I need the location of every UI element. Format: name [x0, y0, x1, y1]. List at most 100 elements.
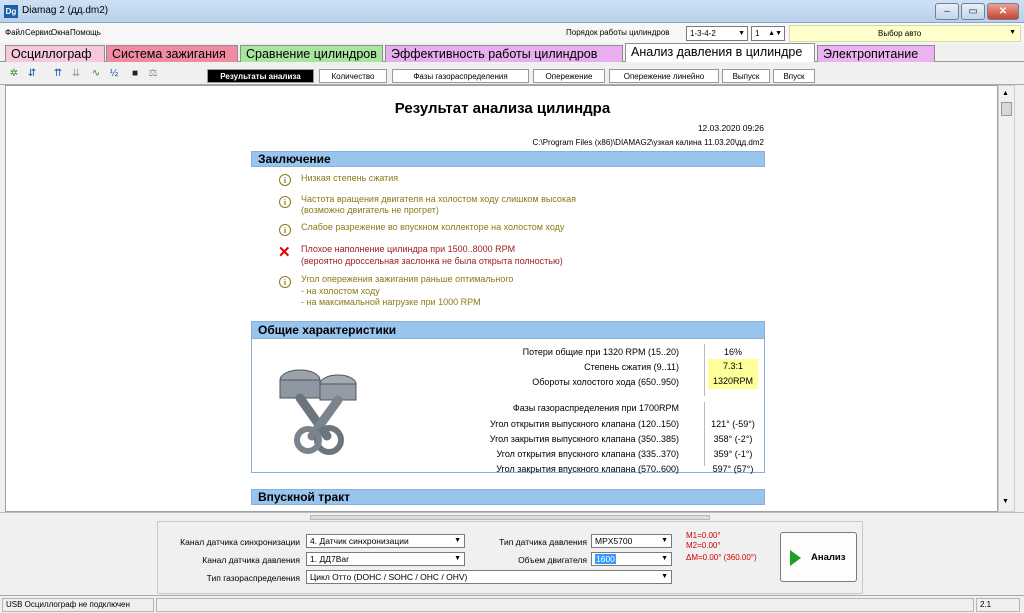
- conclusion-ignition: Угол опережения зажигания раньше оптимал…: [301, 274, 514, 284]
- report-title: Результат анализа цилиндра: [394, 100, 611, 117]
- info-icon: i: [279, 196, 291, 208]
- auto-scale-icon[interactable]: ⇈: [50, 67, 66, 81]
- grid-icon[interactable]: ✲: [6, 67, 22, 81]
- exhaust-close-value: 358° (-2°): [713, 434, 753, 444]
- spin-icon: ▲▼: [768, 30, 782, 37]
- info-icon: i: [279, 276, 291, 288]
- engine-volume-value: 1600: [595, 554, 616, 564]
- general-idle-value: 1320RPM: [708, 374, 758, 389]
- general-header: Общие характеристики: [252, 322, 764, 339]
- maximize-icon[interactable]: ▭: [961, 3, 985, 20]
- fit-icon[interactable]: ⇊: [68, 67, 84, 81]
- piston-image: [279, 369, 357, 455]
- report-date: 12.03.2020 09:26: [697, 123, 764, 133]
- cylinder-order-select[interactable]: 1-3-4-2 ▼: [686, 26, 748, 41]
- marker-m1: M1=0.00°: [686, 531, 721, 540]
- choose-car-select[interactable]: Выбор авто ▼: [789, 25, 1021, 42]
- status-bar: USB Осциллограф не подключен 2.1: [0, 595, 1024, 613]
- chevron-down-icon: ▼: [454, 555, 461, 562]
- menu-service[interactable]: Сервис: [25, 28, 52, 37]
- timing-type-select[interactable]: Цикл Отто (DOHC / SOHC / OHC / OHV) ▼: [306, 570, 672, 584]
- subtab-results[interactable]: Результаты анализа: [207, 69, 314, 83]
- tab-cylinder-compare[interactable]: Сравнение цилиндров: [240, 45, 383, 62]
- conclusion-filling: Плохое наполнение цилиндра при 1500..800…: [301, 244, 516, 254]
- tab-ignition[interactable]: Система зажигания: [106, 45, 238, 62]
- timing-type-label: Тип газораспределения: [206, 573, 300, 583]
- tab-oscilloscope[interactable]: Осциллограф: [5, 45, 105, 62]
- cylinder-order-value: 1-3-4-2: [690, 29, 716, 38]
- intake-open-value: 359° (-1°): [713, 449, 753, 459]
- conclusion-idle-rpm-note: (возможно двигатель не прогрет): [301, 205, 439, 215]
- conclusion-ignition-load: - на максимальной нагрузке при 1000 RPM: [301, 297, 481, 307]
- status-version: 2.1: [976, 598, 1020, 612]
- cylinder-number-value: 1: [755, 29, 760, 38]
- sync-channel-label: Канал датчика синхронизации: [180, 537, 300, 547]
- app-icon: Dg: [4, 5, 18, 18]
- intake-header: Впускной тракт: [251, 489, 765, 505]
- main-tab-bar: Осциллограф Система зажигания Сравнение …: [0, 43, 1024, 62]
- sensor-type-select[interactable]: MPX5700 ▼: [591, 534, 672, 548]
- value-separator: [704, 344, 705, 396]
- exhaust-open-label: Угол открытия выпускного клапана (120..1…: [489, 419, 679, 429]
- general-loss-label: Потери общие при 1320 RPM (15..20): [522, 347, 679, 357]
- general-loss-value: 16%: [723, 347, 742, 357]
- analyze-label: Анализ: [811, 552, 846, 563]
- scroll-up-icon[interactable]: ▲: [1002, 90, 1009, 97]
- menu-file[interactable]: Файл: [5, 28, 25, 37]
- timing-type-value: Цикл Отто (DOHC / SOHC / OHC / OHV): [310, 572, 468, 582]
- tab-cylinder-efficiency[interactable]: Эффективность работы цилиндров: [385, 45, 623, 62]
- subtab-quantity[interactable]: Количество: [319, 69, 387, 83]
- intake-open-label: Угол открытия впускного клапана (335..37…: [496, 449, 679, 459]
- sync-channel-select[interactable]: 4. Датчик синхронизации ▼: [306, 534, 465, 548]
- general-idle-label: Обороты холостого хода (650..950): [532, 377, 679, 387]
- conclusion-ignition-idle: - на холостом ходу: [301, 286, 380, 296]
- report-view: Результат анализа цилиндра 12.03.2020 09…: [5, 85, 998, 512]
- save-icon[interactable]: ■: [127, 67, 143, 81]
- scroll-down-icon[interactable]: ▼: [1002, 498, 1009, 505]
- curve-icon[interactable]: ∿: [88, 67, 104, 81]
- tab-power-supply[interactable]: Электропитание: [817, 45, 935, 62]
- valve-timing-label: Фазы газораспределения при 1700RPM: [512, 403, 679, 413]
- cylinder-number-spinner[interactable]: 1 ▲▼: [751, 26, 785, 41]
- subtab-intake[interactable]: Впуск: [773, 69, 815, 83]
- menu-windows[interactable]: Окна: [51, 28, 70, 37]
- chevron-down-icon: ▼: [738, 30, 745, 37]
- menu-help[interactable]: Помощь: [70, 28, 101, 37]
- scale-1-4-icon[interactable]: ⇵: [24, 67, 40, 81]
- subtab-valve-timing[interactable]: Фазы газораспределения: [392, 69, 529, 83]
- minimize-icon[interactable]: –: [935, 3, 959, 20]
- pressure-channel-select[interactable]: 1. ДД7Bar ▼: [306, 552, 465, 566]
- chevron-down-icon: ▼: [661, 537, 668, 544]
- toolbar: ✲ ⇵ ⇈ ⇊ ∿ ½ ■ ⚖ Результаты анализа Колич…: [0, 63, 1024, 85]
- subtab-advance[interactable]: Опережение: [533, 69, 605, 83]
- window-title: Diamag 2 (дд.dm2): [22, 5, 109, 16]
- marker-delta: ΔM=0.00° (360.00°): [686, 553, 757, 562]
- info-icon: i: [279, 174, 291, 186]
- half-icon[interactable]: ½: [106, 67, 122, 81]
- analyze-button[interactable]: Анализ: [780, 532, 857, 582]
- intake-close-label: Угол закрытия впускного клапана (570..60…: [496, 464, 679, 474]
- scroll-thumb[interactable]: [1001, 102, 1012, 116]
- subtab-advance-linear[interactable]: Опережение линейно: [609, 69, 719, 83]
- report-path: C:\Program Files (x86)\DIAMAG2\узкая кал…: [532, 138, 764, 147]
- conclusion-idle-rpm: Частота вращения двигателя на холостом х…: [301, 194, 576, 204]
- subtab-exhaust[interactable]: Выпуск: [722, 69, 770, 83]
- chevron-down-icon: ▼: [454, 537, 461, 544]
- engine-volume-label: Объем двигателя: [518, 555, 587, 565]
- close-icon[interactable]: ✕: [987, 3, 1019, 20]
- chevron-down-icon: ▼: [661, 573, 668, 580]
- general-compression-label: Степень сжатия (9..11): [584, 362, 679, 372]
- tab-pressure-analysis[interactable]: Анализ давления в цилиндре: [625, 43, 815, 62]
- conclusion-vacuum: Слабое разрежение во впускном коллекторе…: [301, 222, 565, 232]
- splitter-handle[interactable]: [310, 515, 710, 520]
- error-icon: ✕: [278, 244, 291, 261]
- balance-icon[interactable]: ⚖: [145, 67, 161, 81]
- pressure-channel-value: 1. ДД7Bar: [310, 554, 349, 564]
- engine-volume-select[interactable]: 1600 ▼: [591, 552, 672, 566]
- conclusion-compression: Низкая степень сжатия: [301, 173, 399, 183]
- vertical-scrollbar[interactable]: ▲ ▼: [998, 85, 1015, 512]
- conclusion-filling-note: (вероятно дроссельная заслонка не была о…: [301, 256, 563, 266]
- cylinder-order-label: Порядок работы цилиндров: [566, 28, 670, 37]
- choose-car-label: Выбор авто: [878, 29, 922, 38]
- value-separator: [704, 402, 705, 466]
